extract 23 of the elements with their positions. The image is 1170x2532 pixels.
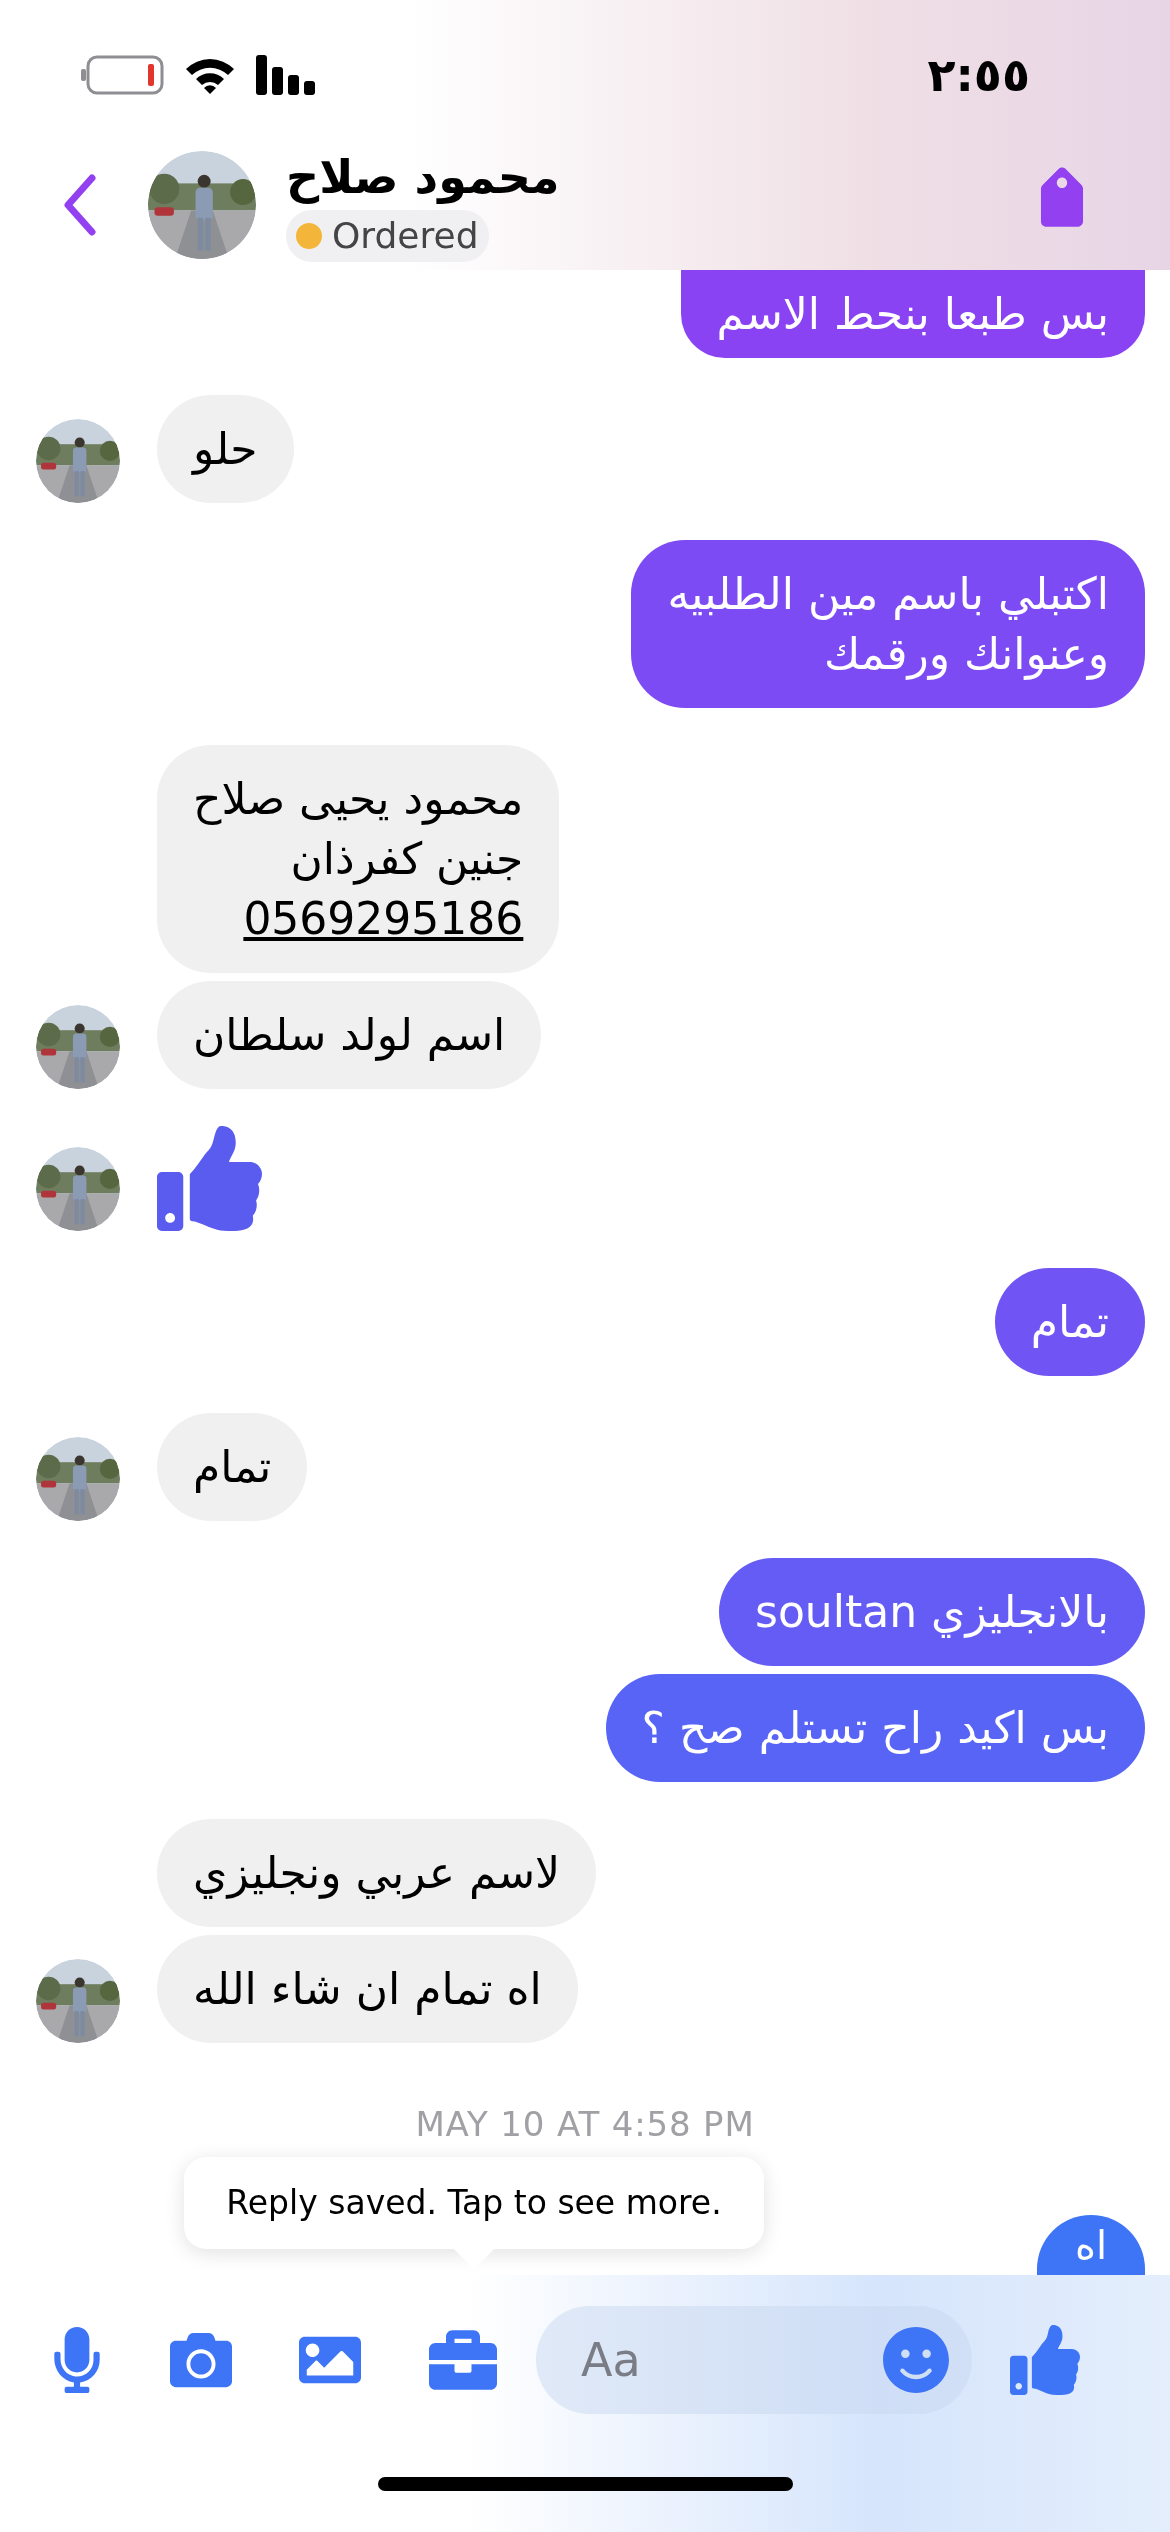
message-bubble: بس اكيد راح تستلم صح ؟ (605, 1674, 1145, 1782)
message-bubble: حلو (157, 395, 294, 503)
emoji-icon[interactable] (882, 2326, 950, 2394)
label-text: Ordered (332, 214, 479, 258)
wifi-icon (184, 56, 236, 94)
thumbs-up-icon[interactable] (1010, 2324, 1080, 2396)
message-bubble: بس طبعا بنحط الاسم (680, 270, 1145, 358)
message-bubble: بالانجليزي soultan (719, 1558, 1145, 1666)
signal-icon (256, 55, 316, 95)
message-bubble: اكتبلي باسم مين الطلبيه وعنوانك ورقمك (631, 540, 1145, 708)
message-bubble: اه تمام ان شاء الله (157, 1935, 578, 2043)
message-bubble: تمام (994, 1268, 1145, 1376)
message-bubble: تمام (157, 1413, 308, 1521)
label-chip[interactable]: Ordered (286, 210, 489, 262)
message-bubble: اسم لولد سلطان (157, 981, 542, 1089)
battery-icon (80, 55, 164, 95)
contact-name: محمود صلاح (286, 149, 560, 206)
message-bubble: لاسم عربي ونجليزي (157, 1819, 597, 1927)
timestamp: MAY 10 AT 4:58 PM (415, 2103, 755, 2146)
message-field[interactable]: Aa (536, 2306, 972, 2414)
message-bubble: اه (1037, 2215, 1145, 2275)
clock-time: ٢:٥٥ (927, 46, 1031, 104)
thumbs-up-icon (157, 1126, 262, 1231)
